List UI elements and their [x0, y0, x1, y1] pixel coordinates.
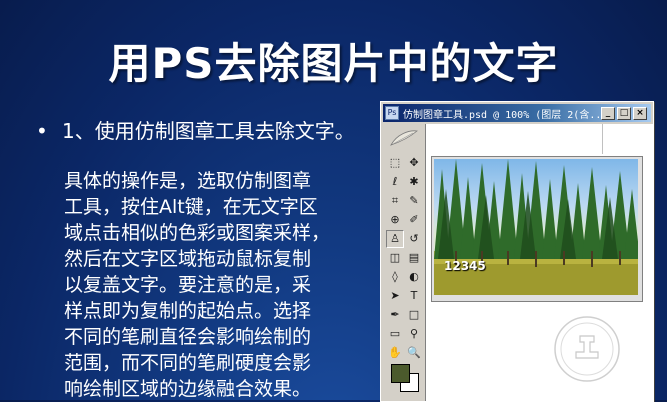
type-icon[interactable]: T [405, 287, 423, 305]
forest-photo[interactable]: 12345 [434, 159, 638, 295]
blur-icon[interactable]: ◊ [386, 268, 404, 286]
clone-stamp-icon[interactable]: ♙ [386, 230, 404, 248]
shape-icon[interactable]: □ [405, 306, 423, 324]
notes-icon[interactable]: ▭ [386, 325, 404, 343]
zoom-icon[interactable]: 🔍 [405, 344, 423, 362]
body-line: 不同的笔刷直径会影响绘制的 [64, 326, 312, 348]
minimize-button[interactable]: _ [601, 106, 615, 120]
pen-icon[interactable]: ✒ [386, 306, 404, 324]
photoshop-window: Ps 仿制图章工具.psd @ 100% (图层 2(含... _ □ × ⬚ ✥… [380, 101, 654, 402]
body-line: 范围，而不同的笔刷硬度会影 [64, 352, 312, 374]
image-text-overlay: 12345 [444, 259, 486, 273]
healing-brush-icon[interactable]: ⊕ [386, 211, 404, 229]
eyedropper-icon[interactable]: ⚲ [405, 325, 423, 343]
eraser-icon[interactable]: ◫ [386, 249, 404, 267]
close-button[interactable]: × [633, 106, 647, 120]
history-brush-icon[interactable]: ↺ [405, 230, 423, 248]
dodge-icon[interactable]: ◐ [405, 268, 423, 286]
photoshop-feather-icon[interactable] [389, 128, 419, 148]
body-line: 域点击相似的色彩或图案采样， [64, 222, 331, 244]
maximize-button[interactable]: □ [617, 106, 631, 120]
crop-icon[interactable]: ⌗ [386, 192, 404, 210]
gradient-icon[interactable]: ▤ [405, 249, 423, 267]
instruction-body: 具体的操作是，选取仿制图章 工具，按住Alt键，在无文字区 域点击相似的色彩或图… [64, 168, 374, 402]
forest-image [434, 159, 638, 295]
body-line: 以复盖文字。要注意的是，采 [64, 274, 312, 296]
document-title: 仿制图章工具.psd @ 100% (图层 2(含... [403, 109, 599, 121]
bullet-item: • 1、使用仿制图章工具去除文字。 [36, 118, 376, 144]
foreground-color-swatch[interactable] [391, 364, 410, 383]
marquee-icon[interactable]: ⬚ [386, 154, 404, 172]
slice-icon[interactable]: ✎ [405, 192, 423, 210]
canvas-guide [602, 124, 603, 154]
body-line: 然后在文字区域拖动鼠标复制 [64, 248, 312, 270]
magic-wand-icon[interactable]: ✱ [405, 173, 423, 191]
document-canvas[interactable]: 12345 [426, 124, 653, 401]
document-titlebar[interactable]: Ps 仿制图章工具.psd @ 100% (图层 2(含... _ □ × [383, 104, 651, 122]
image-frame: 12345 [431, 156, 643, 302]
clone-stamp-watermark-icon [554, 316, 620, 382]
lasso-icon[interactable]: ℓ [386, 173, 404, 191]
body-line: 响绘制区域的边缘融合效果。 [64, 378, 312, 400]
bullet-text: 1、使用仿制图章工具去除文字。 [62, 119, 355, 143]
slide-title: 用PS去除图片中的文字 [108, 39, 559, 88]
photoshop-app-icon: Ps [385, 106, 399, 120]
move-icon[interactable]: ✥ [405, 154, 423, 172]
tool-grid: ⬚ ✥ ℓ ✱ ⌗ ✎ ⊕ ✐ ♙ ↺ ◫ ▤ ◊ ◐ ➤ T ✒ □ ▭ ⚲ ✋ 🔍 [386, 154, 424, 362]
toolbox: ⬚ ✥ ℓ ✱ ⌗ ✎ ⊕ ✐ ♙ ↺ ◫ ▤ ◊ ◐ ➤ T ✒ □ ▭ ⚲ ✋ 🔍 [383, 124, 426, 401]
body-line: 工具，按住Alt键，在无文字区 [64, 196, 318, 218]
hand-icon[interactable]: ✋ [386, 344, 404, 362]
bullet-marker: • [36, 119, 48, 143]
path-select-icon[interactable]: ➤ [386, 287, 404, 305]
body-line: 具体的操作是，选取仿制图章 [64, 170, 312, 192]
brush-icon[interactable]: ✐ [405, 211, 423, 229]
bullet-block: • 1、使用仿制图章工具去除文字。 [36, 118, 376, 144]
body-line: 样点即为复制的起始点。选择 [64, 300, 312, 322]
